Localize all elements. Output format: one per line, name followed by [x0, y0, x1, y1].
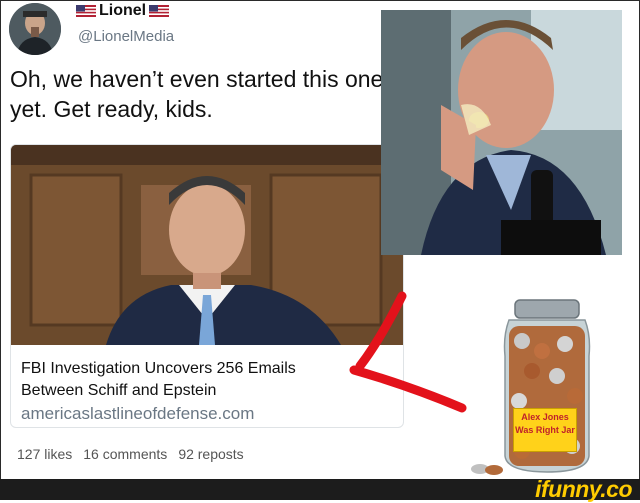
card-headline: FBI Investigation Uncovers 256 Emails Be…: [21, 360, 296, 399]
likes-count[interactable]: 127 likes: [17, 446, 72, 462]
user-handle[interactable]: @LionelMedia: [78, 28, 174, 45]
display-name: Lionel: [99, 2, 147, 19]
loose-coins: [471, 464, 503, 475]
reposts-count[interactable]: 92 reposts: [178, 446, 243, 462]
engagement-stats: 127 likes 16 comments 92 reposts: [17, 446, 244, 462]
ifunny-watermark: ifunny.co: [535, 476, 632, 502]
avatar[interactable]: [9, 3, 61, 55]
jar-label: Alex Jones Was Right Jar: [513, 408, 577, 452]
display-name-row[interactable]: Lionel: [76, 2, 170, 20]
inset-photo: [381, 10, 622, 255]
red-arrow-icon: [349, 291, 467, 413]
comments-count[interactable]: 16 comments: [83, 446, 167, 462]
card-domain: americaslastlineofdefense.com: [21, 404, 255, 423]
us-flag-icon: [76, 5, 96, 17]
tweet-text: Oh, we haven’t even started this one yet…: [10, 66, 384, 122]
us-flag-icon: [149, 5, 170, 17]
